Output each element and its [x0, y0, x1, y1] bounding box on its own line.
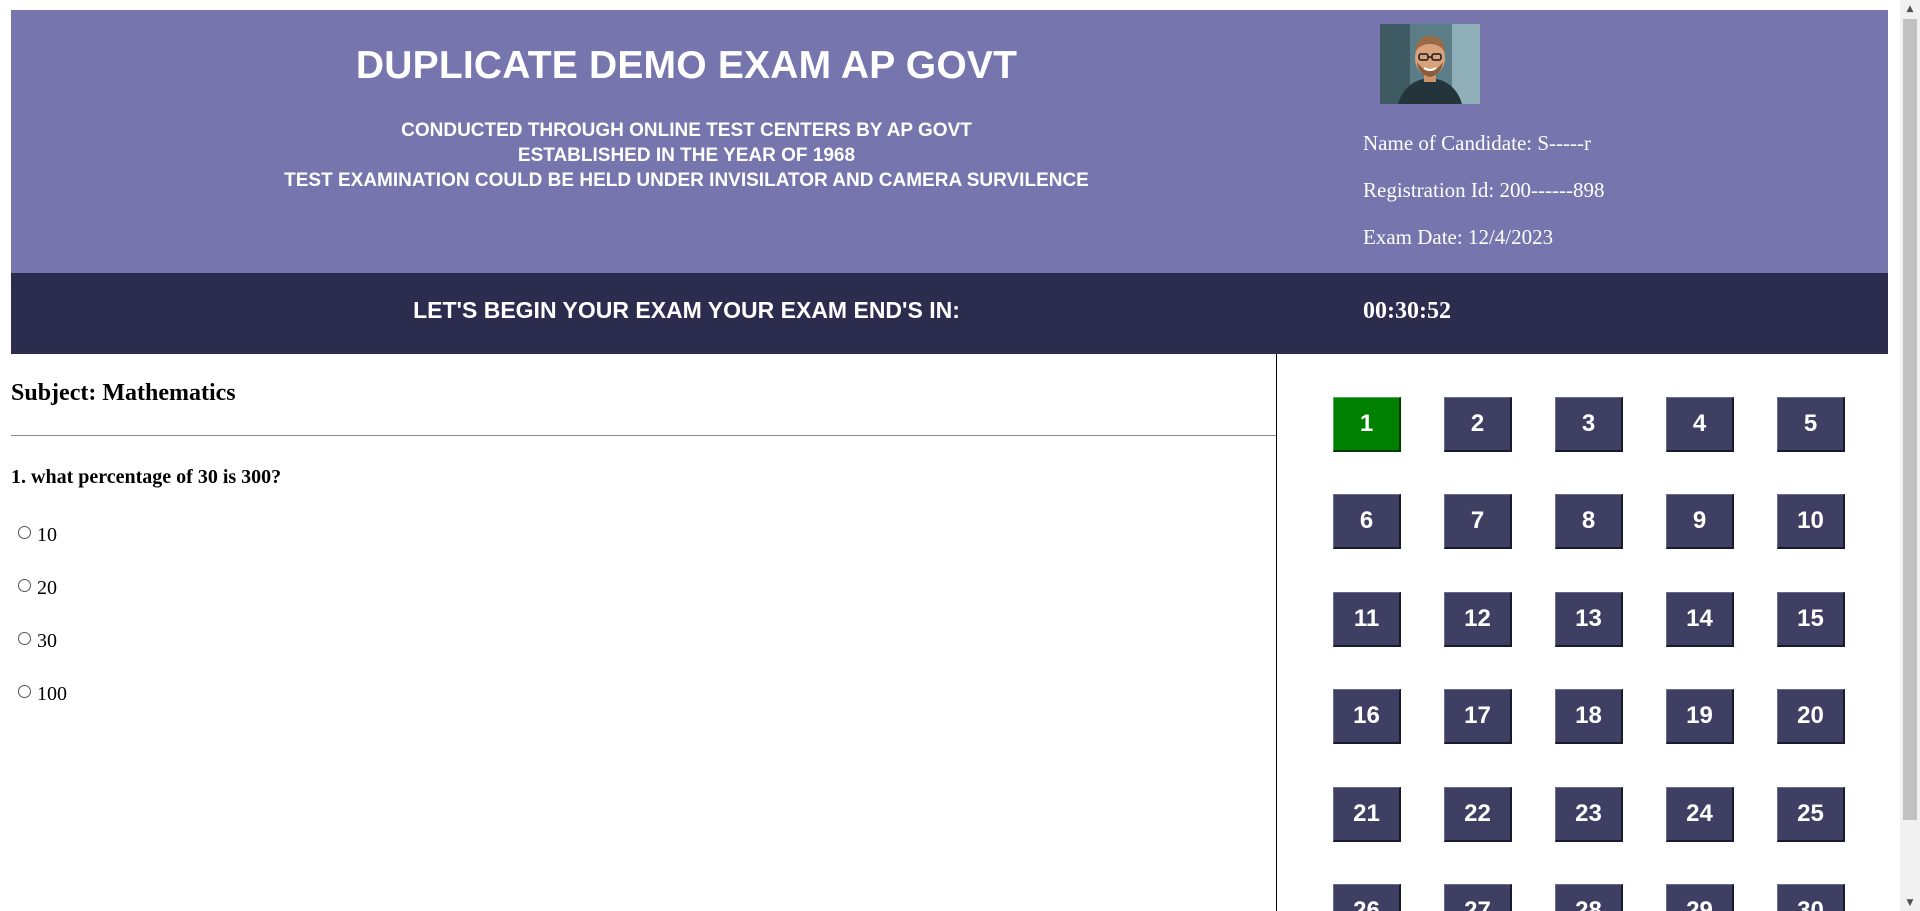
question-button-17[interactable]: 17: [1444, 689, 1512, 744]
question-text: 1. what percentage of 30 is 300?: [11, 466, 282, 488]
timer-label: LET'S BEGIN YOUR EXAM YOUR EXAM END'S IN…: [413, 297, 960, 323]
question-button-22[interactable]: 22: [1444, 787, 1512, 842]
panel-divider: [1276, 354, 1277, 911]
question-button-28[interactable]: 28: [1555, 884, 1623, 911]
radio-option-3[interactable]: [18, 632, 31, 645]
scroll-up-arrow-icon[interactable]: ▲: [1900, 0, 1920, 17]
question-button-7[interactable]: 7: [1444, 494, 1512, 549]
exam-date: Exam Date: 12/4/2023: [1363, 225, 1554, 249]
question-button-23[interactable]: 23: [1555, 787, 1623, 842]
option-1[interactable]: 10: [18, 524, 57, 547]
exam-page: DUPLICATE DEMO EXAM AP GOVT CONDUCTED TH…: [0, 0, 1920, 911]
option-1-label: 10: [37, 524, 57, 546]
question-button-19[interactable]: 19: [1666, 689, 1734, 744]
question-button-26[interactable]: 26: [1333, 884, 1401, 911]
question-button-15[interactable]: 15: [1777, 592, 1845, 647]
question-button-18[interactable]: 18: [1555, 689, 1623, 744]
question-button-16[interactable]: 16: [1333, 689, 1401, 744]
exam-title: DUPLICATE DEMO EXAM AP GOVT: [355, 44, 1018, 87]
question-button-13[interactable]: 13: [1555, 592, 1623, 647]
exam-subtitle: CONDUCTED THROUGH ONLINE TEST CENTERS BY…: [11, 118, 1362, 193]
subject-heading: Subject: Mathematics: [11, 380, 236, 406]
option-4[interactable]: 100: [18, 683, 67, 706]
option-2-label: 20: [37, 577, 57, 599]
question-button-24[interactable]: 24: [1666, 787, 1734, 842]
registration-id: Registration Id: 200------898: [1363, 178, 1605, 202]
question-button-8[interactable]: 8: [1555, 494, 1623, 549]
subtitle-line-3: TEST EXAMINATION COULD BE HELD UNDER INV…: [284, 170, 1089, 191]
subject-divider: [11, 435, 1276, 436]
scroll-down-arrow-icon[interactable]: ▼: [1900, 894, 1920, 911]
question-button-11[interactable]: 11: [1333, 592, 1401, 647]
scrollbar-thumb[interactable]: [1903, 19, 1917, 820]
question-button-3[interactable]: 3: [1555, 397, 1623, 452]
question-button-12[interactable]: 12: [1444, 592, 1512, 647]
question-button-30[interactable]: 30: [1777, 884, 1845, 911]
question-button-29[interactable]: 29: [1666, 884, 1734, 911]
question-button-6[interactable]: 6: [1333, 494, 1401, 549]
question-button-1[interactable]: 1: [1333, 397, 1401, 452]
radio-option-1[interactable]: [18, 526, 31, 539]
subtitle-line-2: ESTABLISHED IN THE YEAR OF 1968: [517, 145, 856, 166]
question-button-4[interactable]: 4: [1666, 397, 1734, 452]
question-button-14[interactable]: 14: [1666, 592, 1734, 647]
candidate-photo: [1380, 24, 1480, 104]
question-button-5[interactable]: 5: [1777, 397, 1845, 452]
countdown-timer: 00:30:52: [1363, 298, 1451, 324]
option-4-label: 100: [37, 683, 67, 705]
subtitle-line-1: CONDUCTED THROUGH ONLINE TEST CENTERS BY…: [401, 120, 972, 141]
question-button-2[interactable]: 2: [1444, 397, 1512, 452]
exam-header: DUPLICATE DEMO EXAM AP GOVT CONDUCTED TH…: [11, 10, 1888, 273]
candidate-name: Name of Candidate: S-----r: [1363, 131, 1591, 155]
timer-bar: LET'S BEGIN YOUR EXAM YOUR EXAM END'S IN…: [11, 273, 1888, 354]
vertical-scrollbar[interactable]: ▲ ▼: [1900, 0, 1920, 911]
question-button-10[interactable]: 10: [1777, 494, 1845, 549]
option-3-label: 30: [37, 630, 57, 652]
option-2[interactable]: 20: [18, 577, 57, 600]
question-button-25[interactable]: 25: [1777, 787, 1845, 842]
question-button-20[interactable]: 20: [1777, 689, 1845, 744]
option-3[interactable]: 30: [18, 630, 57, 653]
question-button-21[interactable]: 21: [1333, 787, 1401, 842]
radio-option-2[interactable]: [18, 579, 31, 592]
question-button-9[interactable]: 9: [1666, 494, 1734, 549]
radio-option-4[interactable]: [18, 685, 31, 698]
question-button-27[interactable]: 27: [1444, 884, 1512, 911]
